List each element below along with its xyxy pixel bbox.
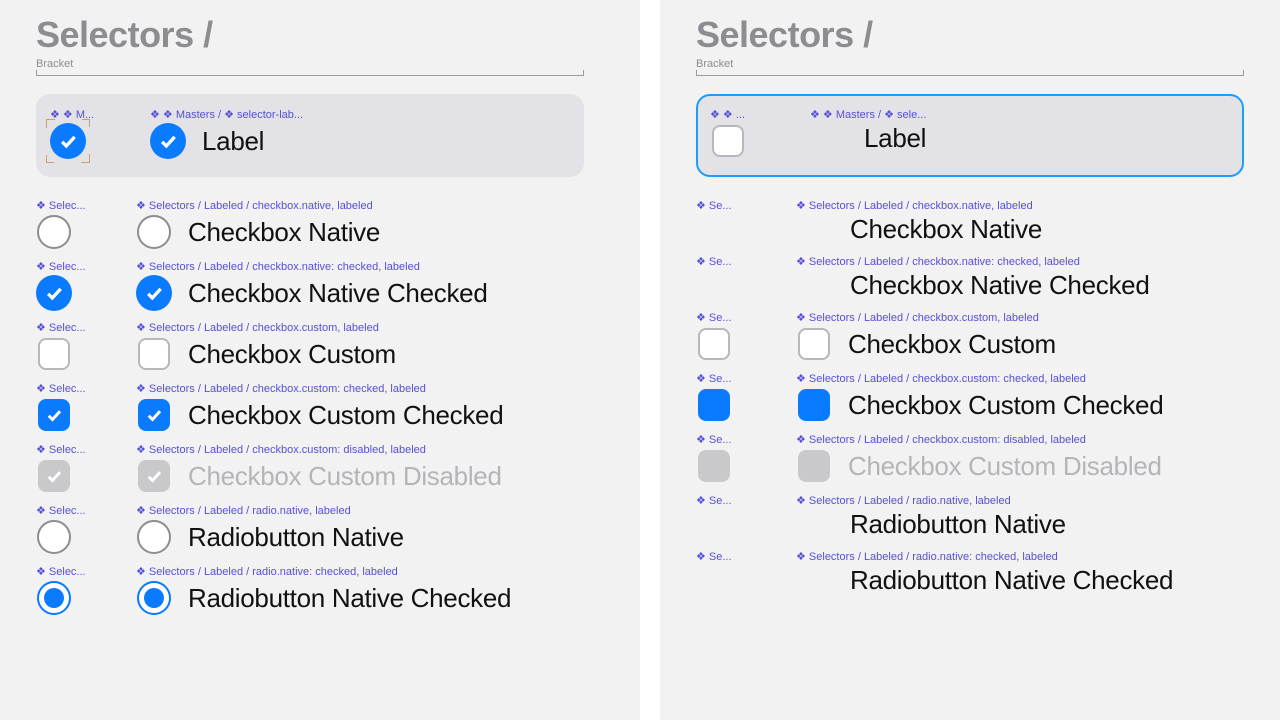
checkbox-custom-disabled-icon [36,458,72,494]
checkbox-custom-icon[interactable] [696,326,732,362]
list-item[interactable]: ❖ Se... ❖ Selectors / Labeled / checkbox… [696,255,1244,301]
item-label: Checkbox Native [188,217,380,248]
checkbox-custom-disabled-icon [696,448,732,484]
radio-native-checked-icon[interactable] [136,580,172,616]
item-label: Checkbox Custom [188,339,396,370]
component-tag: ❖ Selec... [36,504,136,517]
radio-native-icon[interactable] [136,519,172,555]
checkbox-custom-icon[interactable] [710,123,746,159]
component-tag: ❖ Selectors / Labeled / radio.native, la… [136,504,584,517]
component-tag: ❖ Selec... [36,565,136,578]
checkbox-custom-checked-icon[interactable] [36,397,72,433]
item-label: Checkbox Custom [848,329,1056,360]
component-tag: ❖ Selectors / Labeled / radio.native, la… [796,494,1244,507]
page-title: Selectors / [696,14,1244,56]
checkbox-custom-icon[interactable] [136,336,172,372]
component-tag: ❖ ❖ ... [710,108,810,121]
component-tag: ❖ Selectors / Labeled / checkbox.custom:… [136,443,584,456]
component-tag: ❖ Selec... [36,199,136,212]
component-tag: ❖ Se... [696,311,796,324]
component-tag: ❖ Selectors / Labeled / radio.native: ch… [796,550,1244,563]
checkbox-custom-icon[interactable] [36,336,72,372]
list-item[interactable]: ❖ Selec... ❖ Selectors / Labeled / check… [36,321,584,372]
checkbox-custom-checked-icon[interactable] [796,387,832,423]
list-item[interactable]: ❖ Se... ❖ Selectors / Labeled / checkbox… [696,199,1244,245]
component-tag: ❖ Selectors / Labeled / checkbox.custom,… [796,311,1244,324]
list-item[interactable]: ❖ Selec... ❖ Selectors / Labeled / check… [36,260,584,311]
list-item[interactable]: ❖ Se... ❖ Selectors / Labeled / checkbox… [696,372,1244,423]
component-tag: ❖ Selectors / Labeled / radio.native: ch… [136,565,584,578]
checkbox-native-checked-icon[interactable] [36,275,72,311]
bracket-label: Bracket [696,58,1244,70]
component-tag: ❖ Selec... [36,382,136,395]
component-tag: ❖ Selectors / Labeled / checkbox.native,… [136,199,584,212]
component-tag: ❖ Selectors / Labeled / checkbox.custom:… [796,372,1244,385]
component-tag: ❖ Se... [696,255,796,268]
bracket-line [696,70,1244,76]
list-item[interactable]: ❖ Selec... ❖ Selectors / Labeled / check… [36,382,584,433]
component-tag: ❖ Se... [696,372,796,385]
checkbox-custom-checked-icon[interactable] [696,387,732,423]
item-label: Radiobutton Native Checked [850,565,1173,596]
checkbox-custom-disabled-icon [796,448,832,484]
component-tag: ❖ Se... [696,199,796,212]
checkbox-native-checked-icon[interactable] [150,123,186,159]
component-tag: ❖ ❖ M... [50,108,150,121]
item-label: Checkbox Custom Disabled [848,451,1162,482]
list-item[interactable]: ❖ Selec... ❖ Selectors / Labeled / check… [36,199,584,250]
list-item[interactable]: ❖ Selec... ❖ Selectors / Labeled / radio… [36,504,584,555]
component-tag: ❖ Se... [696,550,796,563]
checkbox-native-checked-icon[interactable] [50,123,86,159]
item-label: Checkbox Native [850,214,1042,245]
component-tag: ❖ Se... [696,433,796,446]
checkbox-custom-disabled-icon [136,458,172,494]
bracket-line [36,70,584,76]
radio-native-checked-icon[interactable] [36,580,72,616]
checkbox-custom-checked-icon[interactable] [136,397,172,433]
item-label: Radiobutton Native Checked [188,583,511,614]
list-item[interactable]: ❖ Se... ❖ Selectors / Labeled / checkbox… [696,311,1244,362]
component-tag: ❖ Selectors / Labeled / checkbox.custom,… [136,321,584,334]
item-label: Checkbox Custom Checked [188,400,503,431]
item-label: Radiobutton Native [850,509,1066,540]
list-item[interactable]: ❖ Se... ❖ Selectors / Labeled / radio.na… [696,494,1244,540]
panel-right: Selectors / Bracket ❖ ❖ ... ❖ ❖ Masters … [660,0,1280,720]
master-group[interactable]: ❖ ❖ M... ❖ ❖ Masters / ❖ selector-lab...… [36,94,584,177]
component-tag: ❖ Selectors / Labeled / checkbox.native:… [796,255,1244,268]
component-tag: ❖ ❖ Masters / ❖ selector-lab... [150,108,570,121]
component-tag: ❖ Se... [696,494,796,507]
item-label: Checkbox Native Checked [850,270,1149,301]
master-label: Label [864,123,926,154]
bracket-label: Bracket [36,58,584,70]
component-tag: ❖ Selectors / Labeled / checkbox.native:… [136,260,584,273]
checkbox-native-icon[interactable] [136,214,172,250]
item-label: Checkbox Custom Checked [848,390,1163,421]
component-tag: ❖ Selec... [36,321,136,334]
checkbox-native-checked-icon[interactable] [136,275,172,311]
list-item[interactable]: ❖ Se... ❖ Selectors / Labeled / radio.na… [696,550,1244,596]
list-item: ❖ Selec... ❖ Selectors / Labeled / check… [36,443,584,494]
item-label: Checkbox Native Checked [188,278,487,309]
panel-left: Selectors / Bracket ❖ ❖ M... ❖ ❖ Masters… [0,0,620,720]
checkbox-custom-icon[interactable] [796,326,832,362]
item-label: Checkbox Custom Disabled [188,461,502,492]
component-tag: ❖ Selectors / Labeled / checkbox.native,… [796,199,1244,212]
component-tag: ❖ Selectors / Labeled / checkbox.custom:… [136,382,584,395]
checkbox-native-icon[interactable] [36,214,72,250]
component-tag: ❖ ❖ Masters / ❖ sele... [810,108,1230,121]
list-item: ❖ Se... ❖ Selectors / Labeled / checkbox… [696,433,1244,484]
master-label: Label [202,126,264,157]
list-item[interactable]: ❖ Selec... ❖ Selectors / Labeled / radio… [36,565,584,616]
radio-native-icon[interactable] [36,519,72,555]
component-tag: ❖ Selec... [36,443,136,456]
item-label: Radiobutton Native [188,522,404,553]
component-tag: ❖ Selec... [36,260,136,273]
page-title: Selectors / [36,14,584,56]
component-tag: ❖ Selectors / Labeled / checkbox.custom:… [796,433,1244,446]
master-group-selected[interactable]: ❖ ❖ ... ❖ ❖ Masters / ❖ sele... Label [696,94,1244,177]
